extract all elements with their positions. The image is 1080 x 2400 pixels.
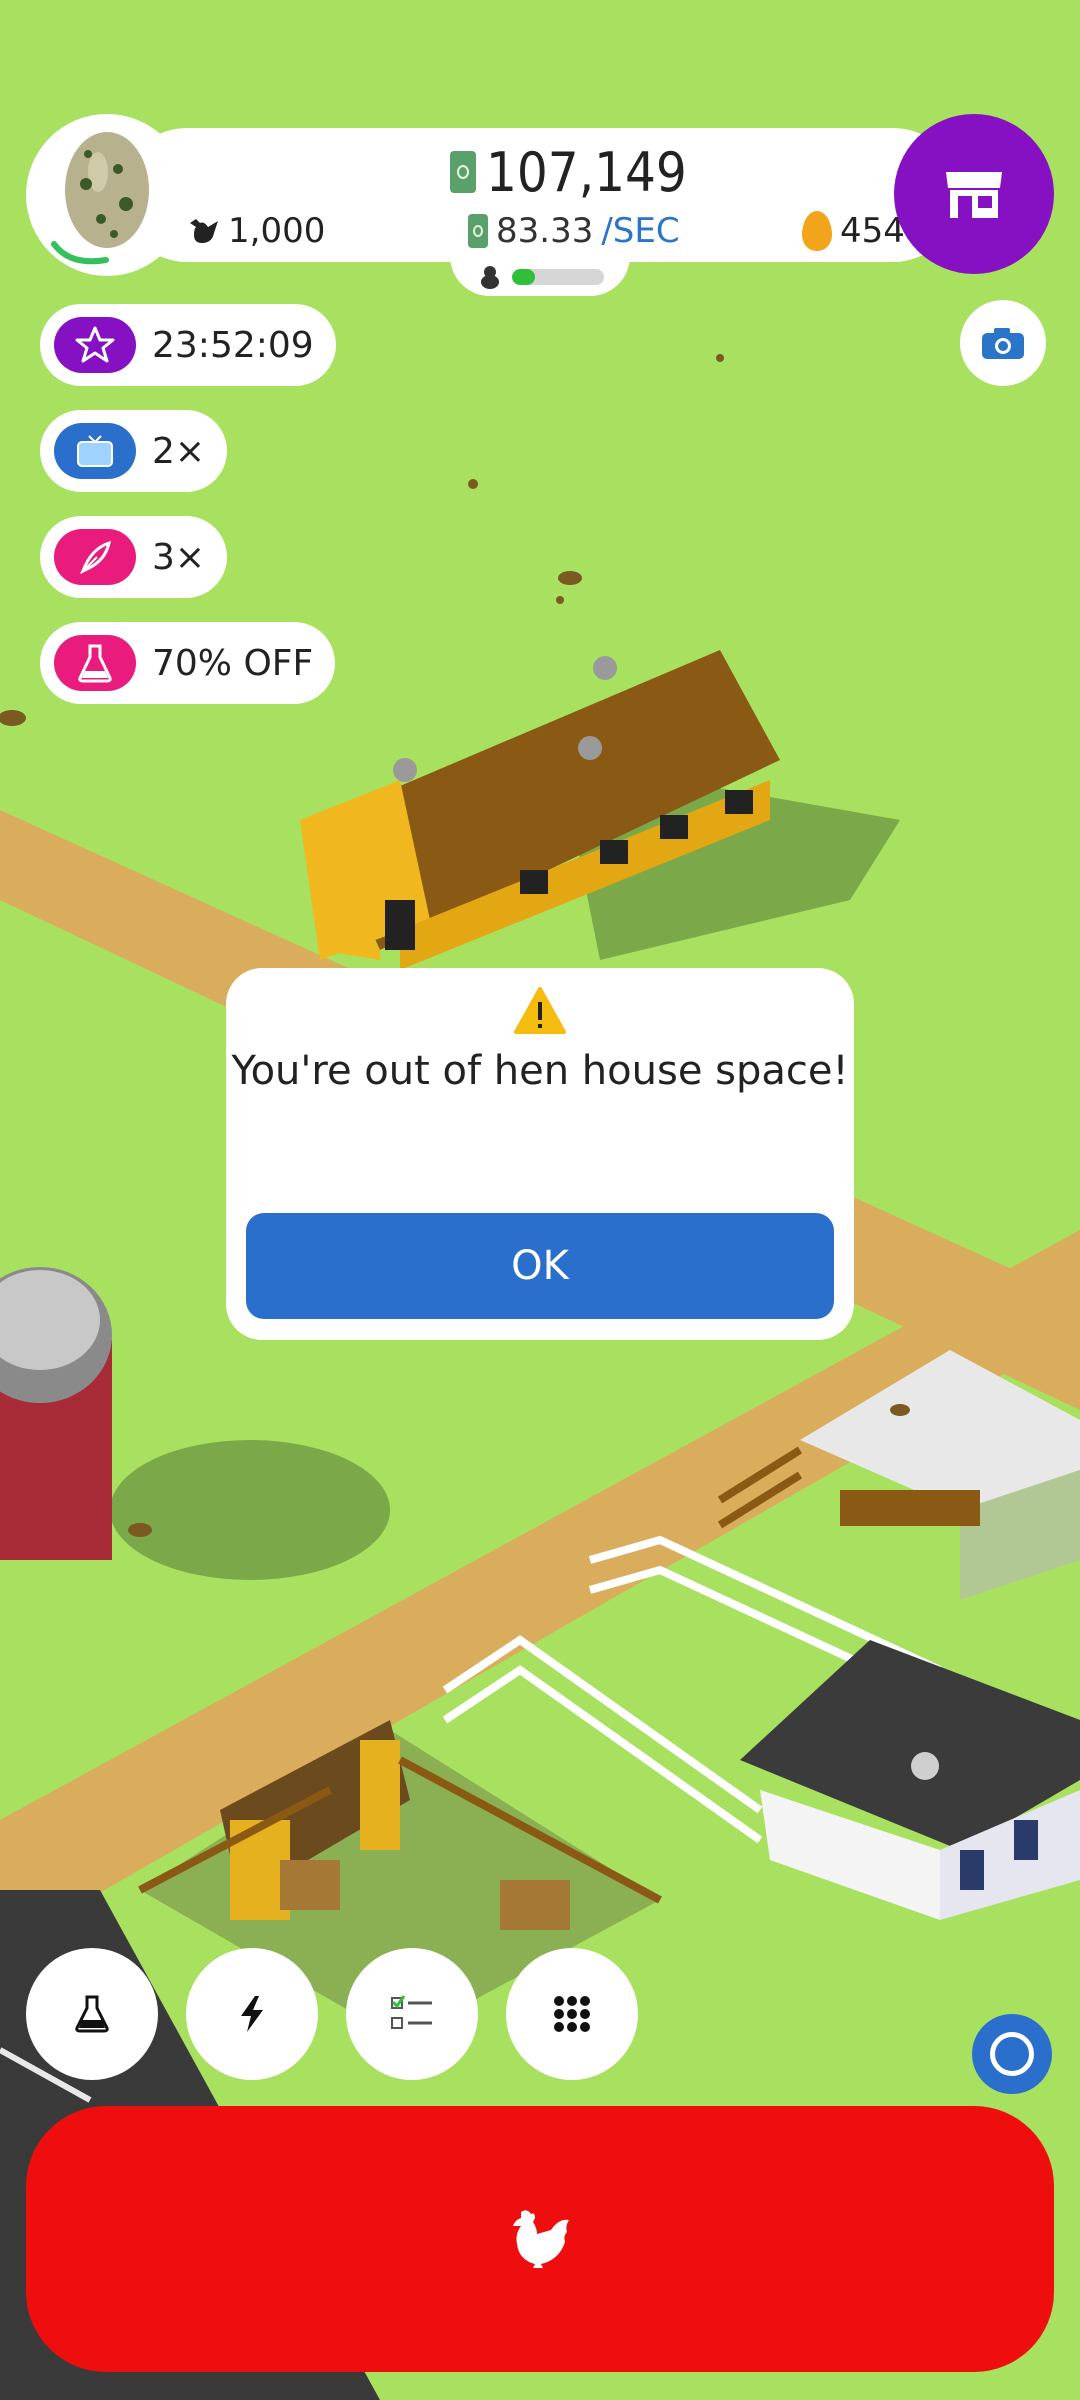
missions-button[interactable] [346,1948,478,2080]
money-total: 107,149 [450,140,687,204]
menu-button[interactable] [506,1948,638,2080]
ad-boost-pill[interactable]: 2× [40,410,228,492]
research-discount-pill[interactable]: 70% OFF [40,622,336,704]
shop-icon [946,172,1002,218]
star-icon [54,317,136,373]
chicken-count-value: 1,000 [228,211,326,251]
golden-egg-value: 454 [840,211,905,251]
hatchery-progress-track [512,269,604,285]
money-rate-value: 83.33 [496,211,594,251]
screen-record-button[interactable] [972,2014,1052,2094]
hatchery-progress [478,264,604,290]
dialog-message: You're out of hen house space! [231,1048,849,1094]
hatch-chicken-button[interactable] [26,2106,1054,2372]
golden-egg-icon [802,211,832,251]
flask-icon [54,635,136,691]
money-rate: 83.33/SEC [468,206,680,256]
ad-boost-label: 2× [152,430,206,472]
money-total-value: 107,149 [486,140,687,204]
egg-progress-arc [51,241,109,265]
checklist-icon [391,1995,432,2029]
grid-icon [554,1996,590,2032]
golden-egg-count: 454 [802,206,905,256]
flask-icon [75,1995,109,2033]
research-button[interactable] [26,1948,158,2080]
shop-button[interactable] [894,114,1054,274]
chicken-icon [190,219,218,243]
hatchery-progress-fill [512,269,535,285]
chicken-count: 1,000 [186,206,325,256]
boost-timer-label: 23:52:09 [152,324,314,366]
alert-dialog: You're out of hen house space! OK [226,968,854,1340]
ok-button[interactable]: OK [246,1213,834,1319]
camera-button[interactable] [960,300,1046,386]
tv-icon [54,423,136,479]
research-discount-label: 70% OFF [152,642,314,684]
feather-boost-pill[interactable]: 3× [40,516,228,598]
cash-icon [450,151,476,193]
warning-icon [514,987,566,1034]
boost-timer-pill[interactable]: 23:52:09 [40,304,336,386]
camera-icon [982,328,1024,359]
record-icon [990,2032,1034,2076]
feather-boost-label: 3× [152,536,206,578]
boosts-button[interactable] [186,1948,318,2080]
cash-icon [468,214,488,248]
chicken-icon [513,2210,569,2268]
chick-icon [481,266,499,289]
lightning-icon [241,1996,263,2032]
money-rate-unit: /SEC [601,211,680,251]
feather-icon [54,529,136,585]
